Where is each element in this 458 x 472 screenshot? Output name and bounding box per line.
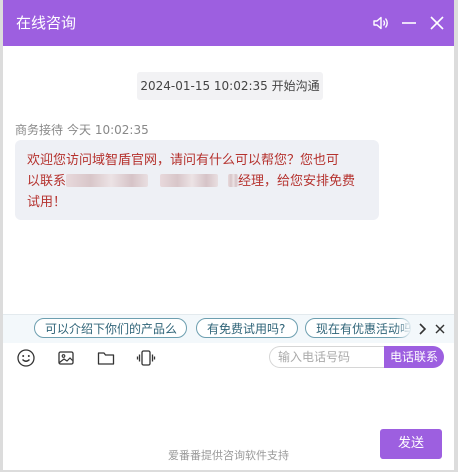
speaker-icon[interactable] [371, 13, 391, 33]
message-line: 以联系 经理，给您安排免费 [27, 171, 367, 192]
close-icon[interactable] [427, 13, 447, 33]
minimize-icon[interactable] [399, 13, 419, 33]
image-icon[interactable] [56, 348, 76, 368]
phone-number-input[interactable] [269, 346, 387, 368]
chat-history[interactable]: 2024-01-15 10:02:35 开始沟通 商务接待 今天 10:02:35… [3, 46, 454, 314]
redacted-text [160, 174, 219, 187]
session-start-time: 2024-01-15 10:02:35 开始沟通 [137, 72, 323, 100]
chevron-right-icon[interactable] [413, 320, 431, 338]
message-text: 以联系 [27, 174, 67, 189]
redacted-text [66, 174, 149, 187]
emoji-icon[interactable] [16, 348, 36, 368]
folder-icon[interactable] [96, 348, 116, 368]
message-line: 试用！ [27, 195, 67, 210]
quick-question-chip[interactable]: 可以介绍下你们的产品么 [34, 318, 187, 338]
chip-fade [395, 315, 413, 343]
redacted-text [228, 174, 239, 187]
title-bar: 在线咨询 [3, 0, 454, 46]
quick-question-chip[interactable]: 有免费试用吗? [196, 318, 298, 338]
send-button[interactable]: 发送 [380, 429, 442, 459]
message-bubble: 欢迎您访问域智盾官网，请问有什么可以帮您？您也可 以联系 经理，给您安排免费 试用… [15, 140, 379, 220]
phone-contact-button[interactable]: 电话联系 [384, 346, 444, 368]
quick-questions-bar: 可以介绍下你们的产品么 有免费试用吗? 现在有优惠活动吗 [3, 314, 454, 343]
vibrate-icon[interactable] [136, 348, 156, 368]
message-line: 欢迎您访问域智盾官网，请问有什么可以帮您？您也可 [27, 153, 340, 168]
close-icon[interactable] [431, 320, 449, 338]
input-toolbar: 电话联系 [3, 343, 454, 375]
message-text: 经理，给您安排免费 [238, 174, 356, 189]
message-time: 今天 10:02:35 [67, 123, 149, 137]
sender-name: 商务接待 [15, 123, 64, 137]
message-meta: 商务接待 今天 10:02:35 [15, 121, 149, 138]
message-input[interactable] [3, 376, 454, 430]
chat-window: 在线咨询 2024-01-15 10:02:35 开始沟通 商务接待 今天 10:… [3, 0, 454, 470]
window-title: 在线咨询 [16, 14, 77, 32]
